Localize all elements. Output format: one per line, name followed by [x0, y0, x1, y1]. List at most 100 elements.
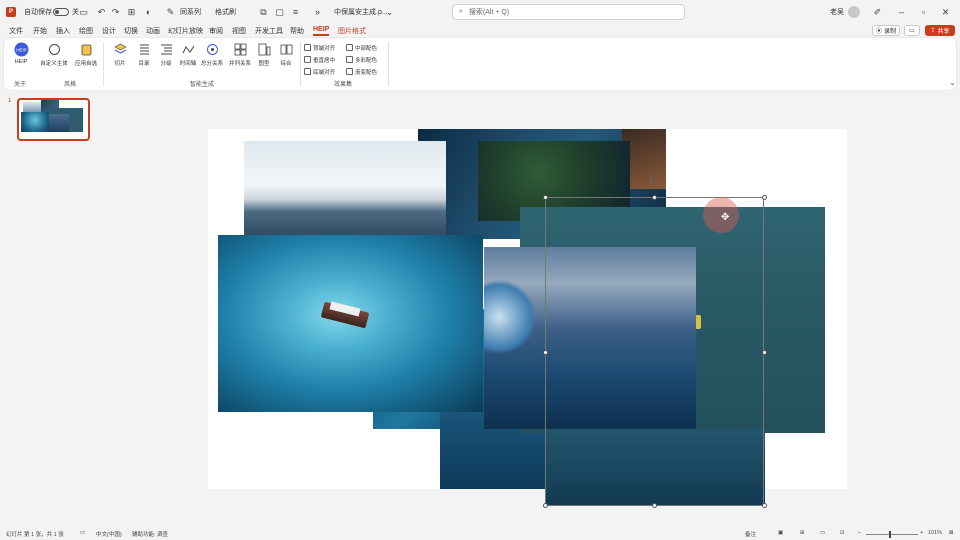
save-icon[interactable]: ▭ — [78, 0, 89, 24]
checkbox-icon — [346, 68, 353, 75]
hierarchy-icon — [205, 42, 220, 57]
normal-view-icon[interactable]: ▣ — [778, 530, 783, 536]
total-sub-button[interactable]: 总分关系 — [198, 42, 226, 72]
tab-help[interactable]: 帮助 — [290, 26, 304, 36]
file-name[interactable]: 中保属安主成.p... — [334, 0, 388, 24]
accessibility[interactable]: 辅助功能: 调查 — [132, 530, 168, 538]
resize-handle-bl[interactable] — [543, 503, 548, 508]
checkbox-icon — [304, 44, 311, 51]
tab-slideshow[interactable]: 幻灯片放映 — [168, 26, 203, 36]
resize-handle-l[interactable] — [543, 350, 548, 355]
sorter-view-icon[interactable]: ⊞ — [800, 530, 805, 536]
status-bar: 幻灯片 第 1 张，共 1 张 ▭ 中文(中国) 辅助功能: 调查 备注 ▣ ⊞… — [0, 528, 960, 540]
tab-view[interactable]: 视图 — [232, 26, 246, 36]
svg-text:HEIP: HEIP — [16, 48, 27, 53]
tab-heip[interactable]: HEIP — [313, 26, 330, 36]
tab-review[interactable]: 审阅 — [209, 26, 223, 36]
tab-design[interactable]: 设计 — [102, 26, 116, 36]
check-middle-align[interactable]: 垂直居中 — [304, 54, 335, 65]
resize-handle-tr[interactable] — [762, 195, 767, 200]
thumb-image — [21, 112, 49, 132]
tab-insert[interactable]: 插入 — [56, 26, 70, 36]
slideshow-icon[interactable]: ⊡ — [840, 530, 845, 536]
notes-button[interactable]: 备注 — [745, 530, 756, 538]
minimize-icon[interactable]: – — [896, 0, 907, 24]
rotate-handle-icon[interactable]: ↻ — [648, 176, 656, 187]
tab-home[interactable]: 开始 — [33, 26, 47, 36]
toggle-switch[interactable] — [53, 8, 69, 16]
spellcheck-icon[interactable]: ▭ — [80, 530, 85, 536]
slide-thumbnail[interactable] — [17, 98, 90, 141]
wave-crest — [484, 277, 534, 357]
tools-label[interactable]: 同系列 — [180, 0, 201, 24]
check-bottom-align[interactable]: 底端对齐 — [304, 66, 335, 77]
resize-handle-b[interactable] — [652, 503, 657, 508]
selection-frame — [545, 197, 764, 506]
language[interactable]: 中文(中国) — [96, 530, 122, 538]
comment-button[interactable]: ▭ — [904, 25, 920, 36]
frame-icon[interactable]: ▢ — [274, 0, 285, 24]
autosave-toggle[interactable]: 关 — [50, 0, 79, 24]
avatar[interactable] — [848, 0, 860, 24]
zoom-in-icon[interactable]: + — [920, 530, 923, 536]
more-icon[interactable]: » — [312, 0, 323, 24]
fit-slide-icon[interactable]: ⊠ — [949, 530, 954, 536]
pen-icon[interactable]: ✐ — [872, 0, 883, 24]
resize-handle-tl[interactable] — [543, 195, 548, 200]
photo-sea-horizon[interactable] — [244, 141, 446, 239]
checkbox-icon — [346, 56, 353, 63]
tab-file[interactable]: 文件 — [9, 26, 23, 36]
resize-handle-br[interactable] — [762, 503, 767, 508]
composite-button[interactable]: 综合 — [272, 42, 300, 72]
zoom-out-icon[interactable]: – — [858, 530, 861, 536]
heip-button[interactable]: HEIP HEIP — [7, 42, 35, 72]
tab-transitions[interactable]: 切换 — [124, 26, 138, 36]
reading-view-icon[interactable]: ▭ — [820, 530, 825, 536]
search-box[interactable]: ⌕ 搜索(Alt + Q) — [452, 4, 685, 20]
compare-icon — [279, 42, 294, 57]
user-name[interactable]: 老吴 — [830, 0, 844, 24]
slide-number: 1 — [8, 98, 12, 104]
group-label-generate: 智能生成 — [190, 82, 215, 88]
thumb-image — [49, 114, 69, 132]
tab-picture-format[interactable]: 图片格式 — [338, 26, 366, 36]
resize-handle-r[interactable] — [762, 350, 767, 355]
slide[interactable]: ↻ ✥ — [208, 129, 847, 508]
slide-thumbnail-pane: 1 — [0, 92, 100, 528]
heip-logo-icon: HEIP — [14, 42, 29, 57]
paint-icon[interactable]: ✎ — [165, 0, 176, 24]
zoom-level[interactable]: 101% — [928, 530, 942, 536]
custom-theme-button[interactable]: 自定义主体 — [40, 42, 68, 72]
outline-icon — [159, 42, 174, 57]
apply-style-button[interactable]: 应用自选 — [72, 42, 100, 72]
present-icon[interactable]: ⊞ — [126, 0, 137, 24]
photo-boat-rapids[interactable] — [218, 235, 483, 412]
check-middle-color[interactable]: 中部配色 — [346, 42, 377, 53]
check-multi-color[interactable]: 多彩配色 — [346, 54, 377, 65]
chevron-down-icon[interactable]: ⌄ — [384, 0, 395, 24]
undo-icon[interactable]: ↶ — [96, 0, 107, 24]
close-icon[interactable]: ✕ — [940, 0, 951, 24]
maximize-icon[interactable]: ▫ — [918, 0, 929, 24]
collapse-ribbon-icon[interactable]: ⌄ — [949, 78, 956, 87]
grid-icon — [233, 42, 248, 57]
share-button[interactable]: ⇪ 共享 — [925, 25, 955, 36]
zoom-slider-track[interactable] — [866, 534, 918, 535]
align-icon[interactable]: ≡ — [290, 0, 301, 24]
menu-tabs: 文件 开始 插入 绘图 设计 切换 动画 幻灯片放映 审阅 视图 开发工具 帮助… — [0, 24, 960, 38]
record-button[interactable]: ⦿ 录制 — [872, 25, 900, 36]
tab-draw[interactable]: 绘图 — [79, 26, 93, 36]
zoom-slider-thumb[interactable] — [889, 531, 891, 538]
checkbox-icon — [304, 56, 311, 63]
check-top-align[interactable]: 顶端对齐 — [304, 42, 335, 53]
format-painter-label[interactable]: 格式刷 — [215, 0, 236, 24]
redo-icon[interactable]: ↷ — [110, 0, 121, 24]
screenshot-icon[interactable]: ⧉ — [258, 0, 269, 24]
search-input[interactable]: 搜索(Alt + Q) — [469, 7, 509, 17]
comment-icon: ▭ — [909, 28, 915, 34]
tab-animations[interactable]: 动画 — [146, 26, 160, 36]
shape-icon[interactable]: ◐ — [143, 0, 154, 24]
check-gradient-color[interactable]: 渐变配色 — [346, 66, 377, 77]
tab-developer[interactable]: 开发工具 — [255, 26, 283, 36]
resize-handle-t[interactable] — [652, 195, 657, 200]
